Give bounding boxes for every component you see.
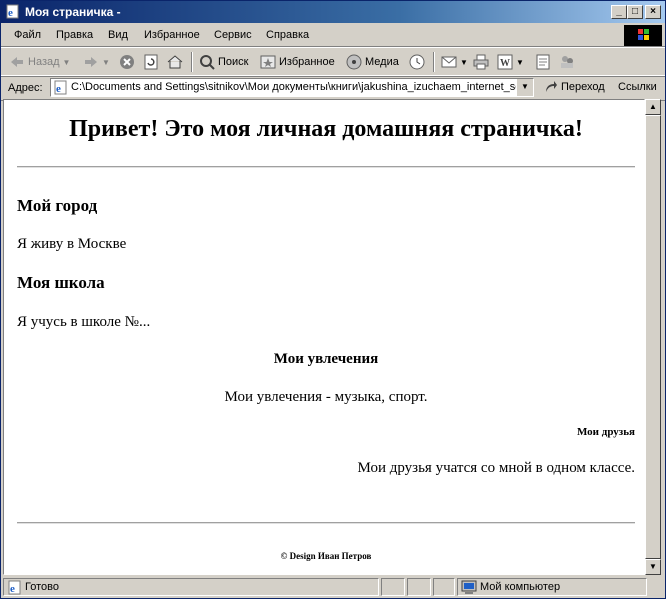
search-button[interactable]: Поиск: [199, 53, 248, 71]
status-zone-text: Мой компьютер: [480, 581, 561, 593]
forward-dropdown-icon: ▼: [102, 57, 110, 67]
stop-button[interactable]: [119, 53, 135, 71]
address-dropdown-icon[interactable]: ▼: [516, 79, 533, 96]
minimize-button[interactable]: _: [611, 5, 627, 19]
go-label: Переход: [561, 81, 605, 93]
scroll-up-button[interactable]: ▲: [645, 99, 661, 115]
mail-dropdown-icon: ▼: [460, 57, 468, 67]
refresh-icon: [144, 54, 158, 70]
status-main: e Готово: [3, 578, 379, 596]
close-button[interactable]: ×: [645, 5, 661, 19]
toolbar-separator: [433, 52, 435, 72]
status-zone: Мой компьютер: [457, 578, 647, 596]
word-edit-icon: W: [497, 54, 513, 70]
school-text: Я учусь в школе №...: [17, 314, 151, 330]
address-label: Адрес:: [8, 82, 43, 94]
vertical-scrollbar[interactable]: ▲ ▼: [645, 99, 661, 575]
back-label: Назад: [28, 56, 60, 68]
page-viewport: Привет! Это моя личная домашняя страничк…: [3, 99, 645, 575]
mail-icon: [441, 56, 457, 68]
page-heading: Привет! Это моя личная домашняя страничк…: [69, 116, 583, 142]
city-text: Я живу в Москве: [17, 236, 127, 252]
edit-button[interactable]: W ▼: [497, 53, 524, 71]
back-dropdown-icon: ▼: [62, 57, 71, 67]
menu-tools[interactable]: Сервис: [214, 29, 252, 41]
browser-window: e Моя страничка - _ □ × Файл Правка Вид …: [0, 0, 666, 599]
my-computer-icon: [461, 580, 477, 594]
mail-button[interactable]: ▼: [441, 53, 468, 71]
links-button[interactable]: Ссылки: [618, 81, 657, 93]
forward-button[interactable]: ▼: [83, 53, 110, 71]
media-button[interactable]: Медиа: [346, 53, 399, 71]
status-text: Готово: [25, 581, 59, 593]
window-title: Моя страничка -: [25, 5, 121, 19]
hobbies-heading: Мои увлечения: [273, 351, 379, 367]
horizontal-rule: [17, 166, 635, 168]
stop-icon: [120, 55, 134, 69]
favorites-star-icon: [260, 55, 276, 69]
favorites-button[interactable]: Избранное: [260, 53, 335, 71]
search-icon: [200, 55, 215, 70]
hobbies-text: Мои увлечения - музыка, спорт.: [224, 389, 428, 405]
discuss-icon: [536, 54, 550, 70]
search-label: Поиск: [218, 56, 249, 68]
back-button[interactable]: Назад ▼: [9, 53, 70, 71]
address-input[interactable]: e C:\Documents and Settings\sitnikov\Мои…: [50, 78, 534, 97]
friends-text: Мои друзья учатся со мной в одном классе…: [357, 460, 635, 476]
go-button[interactable]: Переход: [544, 80, 605, 94]
scroll-down-button[interactable]: ▼: [645, 559, 661, 575]
scroll-thumb[interactable]: [645, 115, 661, 559]
print-icon: [473, 54, 489, 70]
menu-favorites[interactable]: Избранное: [144, 29, 200, 41]
status-bar: e Готово Мой компьютер: [1, 576, 665, 598]
ie-page-icon: e: [6, 4, 19, 19]
status-panel: [381, 578, 405, 596]
print-button[interactable]: [473, 53, 489, 71]
menu-file[interactable]: Файл: [14, 29, 41, 41]
discuss-button[interactable]: [535, 53, 551, 71]
page-done-icon: e: [8, 580, 21, 595]
menu-view[interactable]: Вид: [108, 29, 128, 41]
status-panel: [407, 578, 431, 596]
svg-text:W: W: [500, 58, 510, 69]
refresh-button[interactable]: [143, 53, 159, 71]
menu-bar: Файл Правка Вид Избранное Сервис Справка: [1, 24, 665, 47]
address-bar: Адрес: e C:\Documents and Settings\sitni…: [1, 75, 665, 101]
svg-text:e: e: [10, 583, 15, 595]
messenger-icon: [561, 56, 573, 68]
media-label: Медиа: [365, 56, 399, 68]
go-arrow-icon: [546, 81, 557, 92]
svg-text:e: e: [56, 83, 61, 95]
menu-help[interactable]: Справка: [266, 29, 309, 41]
forward-arrow-icon: [85, 57, 97, 67]
media-icon: [346, 54, 362, 70]
svg-text:e: e: [8, 7, 13, 19]
favorites-label: Избранное: [279, 56, 335, 68]
home-icon: [167, 55, 183, 69]
page-icon: e: [54, 80, 67, 95]
friends-heading: Мои друзья: [576, 426, 635, 438]
horizontal-rule: [17, 522, 635, 524]
city-heading: Мой город: [17, 196, 98, 215]
address-value: C:\Documents and Settings\sitnikov\Мои д…: [71, 81, 522, 93]
history-icon: [409, 54, 425, 70]
status-panel: [433, 578, 455, 596]
back-arrow-icon: [11, 57, 23, 67]
history-button[interactable]: [409, 53, 425, 71]
footer-credit: © Design Иван Петров: [280, 551, 372, 561]
messenger-button[interactable]: [559, 53, 575, 71]
edit-dropdown-icon: ▼: [516, 57, 524, 67]
title-bar[interactable]: e Моя страничка - _ □ ×: [1, 1, 665, 23]
school-heading: Моя школа: [17, 273, 105, 292]
standard-toolbar: Назад ▼ ▼ Поиск Избранное Медиа ▼ W ▼: [1, 47, 665, 77]
menu-edit[interactable]: Правка: [56, 29, 93, 41]
home-button[interactable]: [167, 53, 183, 71]
toolbar-separator: [191, 52, 193, 72]
windows-logo-icon: [624, 25, 662, 46]
maximize-button[interactable]: □: [627, 5, 643, 19]
